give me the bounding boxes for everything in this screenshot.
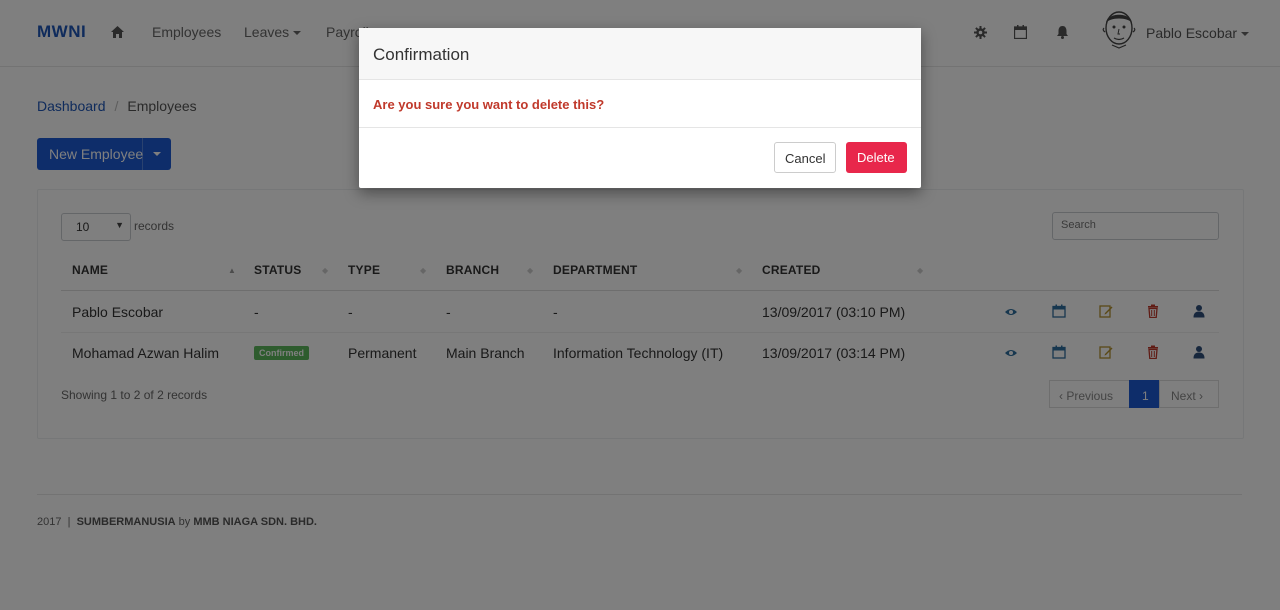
delete-button[interactable]: Delete	[846, 142, 907, 173]
cancel-button[interactable]: Cancel	[774, 142, 836, 173]
confirmation-dialog: Confirmation Are you sure you want to de…	[359, 28, 921, 188]
delete-label: Delete	[857, 150, 895, 165]
modal-title: Confirmation	[373, 45, 470, 64]
modal-header: Confirmation	[359, 28, 921, 80]
modal-footer-divider	[359, 127, 921, 128]
cancel-label: Cancel	[785, 151, 826, 166]
modal-message: Are you sure you want to delete this?	[373, 97, 605, 112]
